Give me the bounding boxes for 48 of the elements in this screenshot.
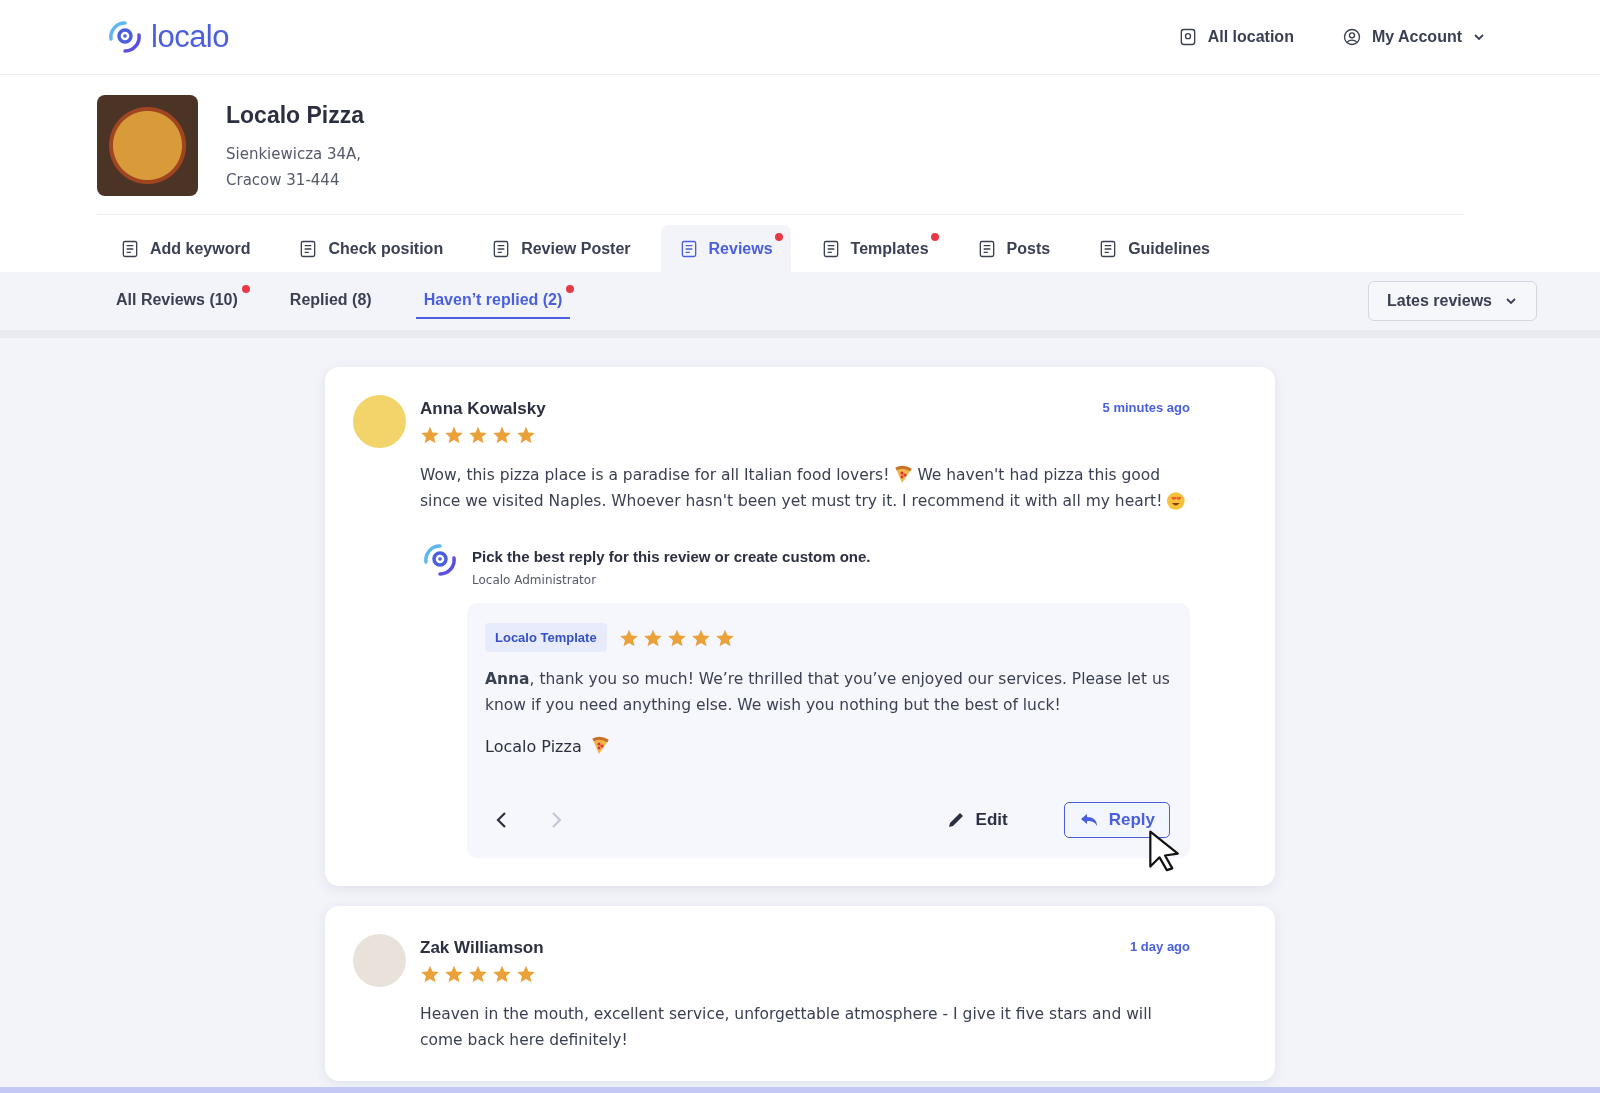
avatar (353, 934, 406, 987)
timestamp: 5 minutes ago (1102, 400, 1190, 417)
logo-text: localo (151, 19, 229, 55)
star-icon (468, 964, 488, 984)
nav-tab[interactable]: Add keyword (102, 225, 269, 272)
suggestion-subtitle: Localo Administrator (472, 573, 598, 587)
star-icon (516, 964, 536, 984)
heart-eyes-face-icon (1166, 491, 1186, 511)
suggestion-title: Pick the best reply for this review or create custom one. (472, 548, 871, 565)
avatar (353, 395, 406, 448)
nav-tab[interactable]: Posts (958, 225, 1069, 272)
template-tag: Localo Template (485, 623, 607, 652)
signature-text: Localo Pizza (485, 736, 582, 756)
review-text: We haven't had pizza this good (917, 465, 1161, 486)
address-text: Sienkiewicza 34A, (226, 144, 363, 165)
reply-text: Anna, thank you so much! We’re thrilled that you’ve enjoyed our services. Please let us know if you need anything else. We wish you nothing but the best of luck! (485, 669, 1170, 716)
user-icon (1341, 27, 1362, 47)
nav-tab[interactable]: Guidelines (1080, 225, 1228, 272)
pizza-slice-icon (893, 465, 914, 485)
star-icon (492, 964, 512, 984)
star-icon (444, 964, 464, 984)
location-button[interactable]: All location (1173, 23, 1298, 51)
nav-tab[interactable]: Reviews (660, 225, 791, 272)
address-text: Cracow 31-444 (226, 170, 341, 191)
nav-tab[interactable]: Templates (802, 225, 947, 272)
reply-button[interactable]: Reply (1063, 802, 1170, 838)
star-icon (516, 425, 536, 445)
nav-tab[interactable]: Check position (280, 225, 462, 272)
sort-dropdown[interactable]: Lates reviews (1368, 281, 1537, 321)
edit-button[interactable]: Edit (939, 809, 1014, 831)
tab-icon (120, 239, 140, 259)
author-name: Anna Kowalsky (420, 399, 546, 419)
star-icon (420, 425, 440, 445)
star-icon (444, 425, 464, 445)
review-text: since we visited Naples. Whoever hasn't been yet must try it. I recommend it with all my heart! (420, 491, 1163, 512)
account-button[interactable]: My Account (1337, 23, 1490, 51)
review-text: Wow, this pizza place is a paradise for all Italian food lovers! (420, 465, 890, 486)
review-text: Heaven in the mouth, excellent service, unforgettable atmosphere - I give it five stars and will come back here definitely! (420, 1005, 1152, 1049)
filter-tab[interactable]: Replied (8) (281, 283, 380, 319)
timestamp: 1 day ago (1130, 939, 1190, 956)
filter-tab[interactable]: All Reviews (10) (108, 283, 246, 319)
nav-tab[interactable]: Review Poster (473, 225, 649, 272)
business-name: Localo Pizza (226, 102, 365, 129)
author-name: Zak Williamson (420, 938, 544, 958)
star-icon (420, 964, 440, 984)
filter-tab[interactable]: Haven’t replied (2) (415, 283, 571, 319)
star-icon (492, 425, 512, 445)
star-icon (468, 425, 488, 445)
